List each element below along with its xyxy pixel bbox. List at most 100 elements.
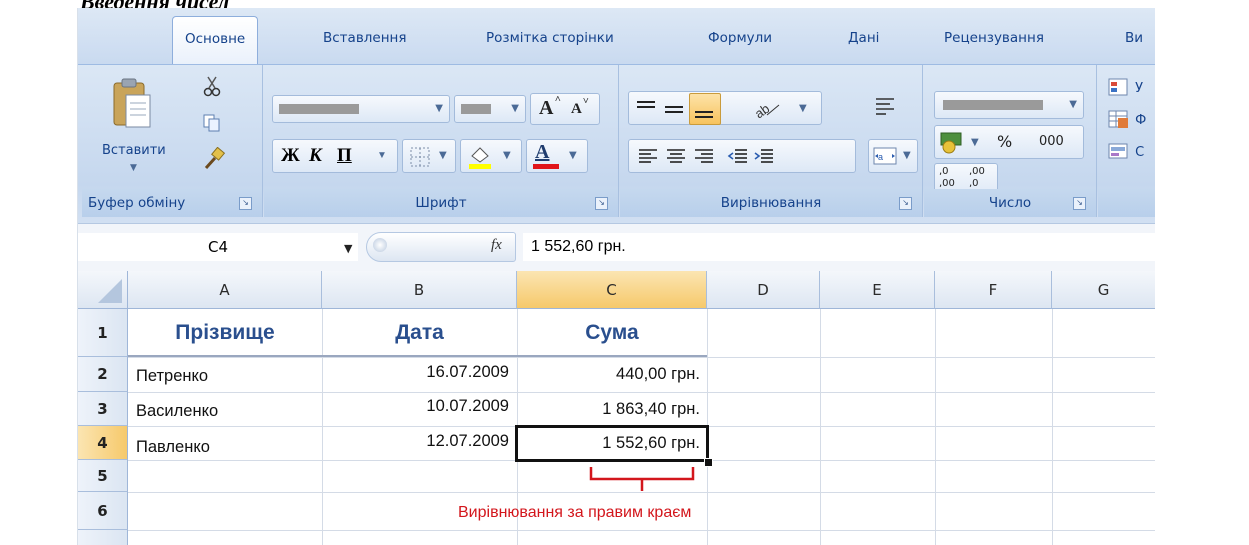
expand-icon[interactable]	[373, 238, 387, 252]
insert-function-icon[interactable]: fx	[491, 237, 502, 254]
tab-home[interactable]: Основне	[172, 16, 259, 64]
paste-label: Вставити	[102, 143, 166, 158]
row-header-7[interactable]	[78, 530, 128, 545]
paste-button[interactable]: Вставити ▼	[94, 73, 174, 183]
excel-window: Основне Вставлення Розмітка сторінки Фор…	[77, 8, 1155, 545]
row-header-6[interactable]: 6	[78, 492, 128, 530]
align-middle-icon[interactable]	[663, 98, 685, 120]
align-center-icon[interactable]	[665, 146, 687, 168]
font-color-icon: A	[535, 141, 550, 163]
increase-indent-icon[interactable]	[753, 146, 775, 168]
cell-c3[interactable]: 1 863,40 грн.	[517, 400, 700, 419]
decrease-decimal-button[interactable]: ,00 ,0	[969, 166, 985, 190]
dialog-launcher-icon[interactable]: ↘	[899, 197, 912, 210]
tab-formulas[interactable]: Формули	[708, 30, 772, 46]
increase-decimal-button[interactable]: ,0 ,00	[939, 166, 955, 190]
gridline	[128, 530, 1155, 531]
align-top-icon[interactable]	[635, 98, 657, 120]
column-header-f[interactable]: F	[935, 271, 1052, 309]
cell-styles-button[interactable]: С	[1108, 141, 1144, 162]
tab-view[interactable]: Ви	[1125, 30, 1143, 46]
row-header-2[interactable]: 2	[78, 357, 128, 392]
cell-a3[interactable]: Василенко	[136, 402, 218, 421]
format-as-table-button[interactable]: Ф	[1108, 109, 1146, 130]
bold-button[interactable]: Ж	[281, 145, 300, 167]
align-left-icon[interactable]	[637, 146, 659, 168]
cell-b4[interactable]: 12.07.2009	[322, 432, 509, 451]
column-header-c[interactable]: C	[517, 271, 707, 309]
dialog-launcher-icon[interactable]: ↘	[1073, 197, 1086, 210]
font-size-dropdown[interactable]: ▼	[454, 95, 526, 123]
font-color-button[interactable]: A ▼	[526, 139, 588, 173]
wrap-text-icon[interactable]	[874, 95, 898, 119]
align-bottom-button[interactable]	[689, 93, 721, 125]
chevron-down-icon[interactable]: ▼	[344, 242, 352, 255]
copy-icon[interactable]	[202, 113, 222, 133]
select-all-corner[interactable]	[78, 271, 128, 309]
cell-a4[interactable]: Павленко	[136, 438, 210, 457]
number-format-dropdown[interactable]: ▼	[934, 91, 1084, 119]
row-header-4[interactable]: 4	[78, 426, 128, 460]
chevron-down-icon: ▼	[569, 150, 577, 161]
number-format-buttons: ▼ % 000	[934, 125, 1084, 159]
decrease-indent-icon[interactable]	[727, 146, 749, 168]
formula-content: 1 552,60 грн.	[531, 238, 626, 255]
column-header-a[interactable]: A	[128, 271, 322, 309]
column-header-g[interactable]: G	[1052, 271, 1155, 309]
cell-b2[interactable]: 16.07.2009	[322, 363, 509, 382]
chevron-down-icon: ▼	[439, 150, 447, 161]
number-group-label: Число	[924, 189, 1096, 217]
thousands-button[interactable]: 000	[1039, 134, 1064, 149]
formula-input[interactable]: 1 552,60 грн.	[523, 233, 1155, 261]
align-right-icon[interactable]	[693, 146, 715, 168]
format-painter-icon[interactable]	[202, 147, 226, 171]
text-orientation-icon[interactable]: ab	[753, 97, 783, 121]
italic-button[interactable]: К	[309, 145, 322, 167]
tab-data[interactable]: Дані	[848, 30, 879, 46]
column-header-e[interactable]: E	[820, 271, 935, 309]
styles-group-label	[1098, 189, 1155, 217]
annotation-text: Вирівнювання за правим краєм	[458, 504, 692, 521]
name-box-value: C4	[207, 238, 229, 256]
merge-center-icon: a	[873, 147, 897, 165]
font-group: ▼ ▼ A ˄ A ˅ Ж К П ▼ ▼ ▼ A ▼ Шрифт ↘	[264, 65, 619, 217]
conditional-formatting-button[interactable]: У	[1108, 77, 1143, 98]
cell-a1[interactable]: Прізвище	[128, 321, 322, 345]
tab-review[interactable]: Рецензування	[944, 30, 1044, 46]
cell-a2[interactable]: Петренко	[136, 367, 208, 386]
cell-b1[interactable]: Дата	[322, 321, 517, 345]
chevron-down-icon: ▼	[903, 150, 911, 161]
grow-font-button[interactable]: A	[539, 97, 553, 120]
svg-text:a: a	[878, 152, 883, 162]
number-group: ▼ ▼ % 000 ,0 ,00 ,00 ,0 Число ↘	[924, 65, 1097, 217]
name-box[interactable]: C4	[78, 233, 358, 261]
svg-text:ab: ab	[753, 101, 772, 121]
accounting-format-icon[interactable]	[939, 129, 969, 155]
row-header-5[interactable]: 5	[78, 460, 128, 492]
chevron-down-icon: ▼	[130, 163, 137, 173]
merge-center-button[interactable]: a ▼	[868, 139, 918, 173]
column-header-b[interactable]: B	[322, 271, 517, 309]
dialog-launcher-icon[interactable]: ↘	[239, 197, 252, 210]
borders-button[interactable]: ▼	[402, 139, 456, 173]
cell-b3[interactable]: 10.07.2009	[322, 397, 509, 416]
percent-button[interactable]: %	[997, 132, 1012, 151]
row-header-3[interactable]: 3	[78, 392, 128, 426]
clipboard-group-title: Буфер обміну	[88, 195, 186, 211]
tab-insert[interactable]: Вставлення	[323, 30, 407, 46]
row-header-1[interactable]: 1	[78, 309, 128, 357]
cut-icon[interactable]	[202, 75, 222, 97]
dialog-launcher-icon[interactable]: ↘	[595, 197, 608, 210]
fill-color-button[interactable]: ▼	[460, 139, 522, 173]
tab-page-layout[interactable]: Розмітка сторінки	[486, 30, 614, 46]
cell-c2[interactable]: 440,00 грн.	[517, 365, 700, 384]
font-name-dropdown[interactable]: ▼	[272, 95, 450, 123]
conditional-formatting-icon	[1108, 78, 1128, 95]
underline-button[interactable]: П	[337, 145, 352, 167]
ribbon: Вставити ▼ Буфер обміну ↘ ▼ ▼ A ˄ A ˅ Ж …	[78, 64, 1155, 225]
gridline	[128, 392, 1155, 393]
cell-c1[interactable]: Сума	[517, 321, 707, 345]
annotation-bracket-icon	[589, 467, 695, 491]
column-header-d[interactable]: D	[707, 271, 820, 309]
shrink-font-button[interactable]: A	[571, 101, 582, 118]
